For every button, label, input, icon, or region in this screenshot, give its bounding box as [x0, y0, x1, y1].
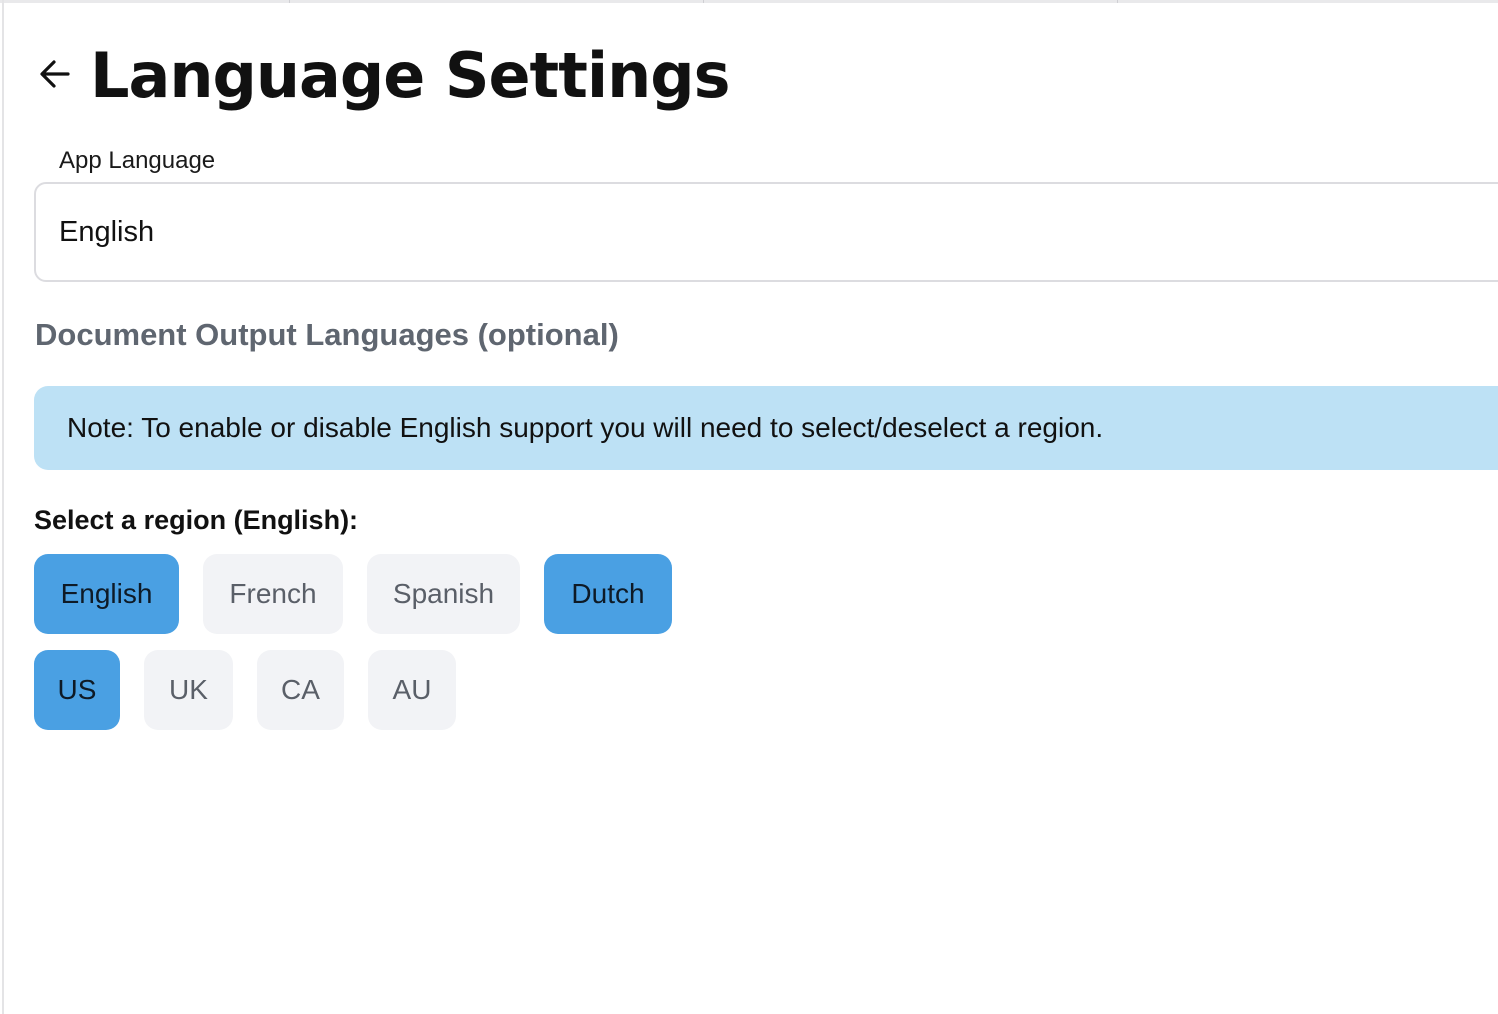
app-language-value: English [59, 215, 155, 248]
info-note-text: Note: To enable or disable English suppo… [67, 412, 1104, 443]
app-language-label: App Language [59, 147, 216, 174]
region-chip-ca[interactable]: CA [257, 650, 344, 730]
region-chip-au[interactable]: AU [368, 650, 456, 730]
language-settings-page: Language Settings App Language English D… [0, 0, 1498, 1014]
page-title: Language Settings [90, 39, 731, 112]
app-language-select[interactable]: English [34, 182, 1498, 282]
info-note: Note: To enable or disable English suppo… [34, 386, 1498, 470]
region-chip-us[interactable]: US [34, 650, 120, 730]
top-divider-tick [289, 0, 290, 3]
top-divider [0, 0, 1498, 3]
chip-label: AU [392, 674, 432, 705]
chip-label: Dutch [571, 578, 645, 609]
left-divider [2, 0, 4, 1014]
chip-label: CA [281, 674, 320, 705]
chip-label: US [57, 674, 97, 705]
region-selector-label: Select a region (English): [34, 505, 359, 535]
document-output-heading: Document Output Languages (optional) [35, 317, 619, 352]
language-chip-english[interactable]: English [34, 554, 179, 634]
language-chip-dutch[interactable]: Dutch [544, 554, 672, 634]
region-chip-uk[interactable]: UK [144, 650, 233, 730]
chip-label: English [60, 578, 153, 609]
language-chip-spanish[interactable]: Spanish [367, 554, 520, 634]
page-header: Language Settings [34, 36, 731, 116]
language-chip-french[interactable]: French [203, 554, 343, 634]
arrow-left-icon [38, 57, 72, 96]
chip-label: UK [169, 674, 208, 705]
top-divider-tick [1117, 0, 1118, 3]
back-button[interactable] [34, 55, 76, 97]
top-divider-tick [703, 0, 704, 3]
chip-label: French [229, 578, 317, 609]
chip-label: Spanish [392, 578, 495, 609]
